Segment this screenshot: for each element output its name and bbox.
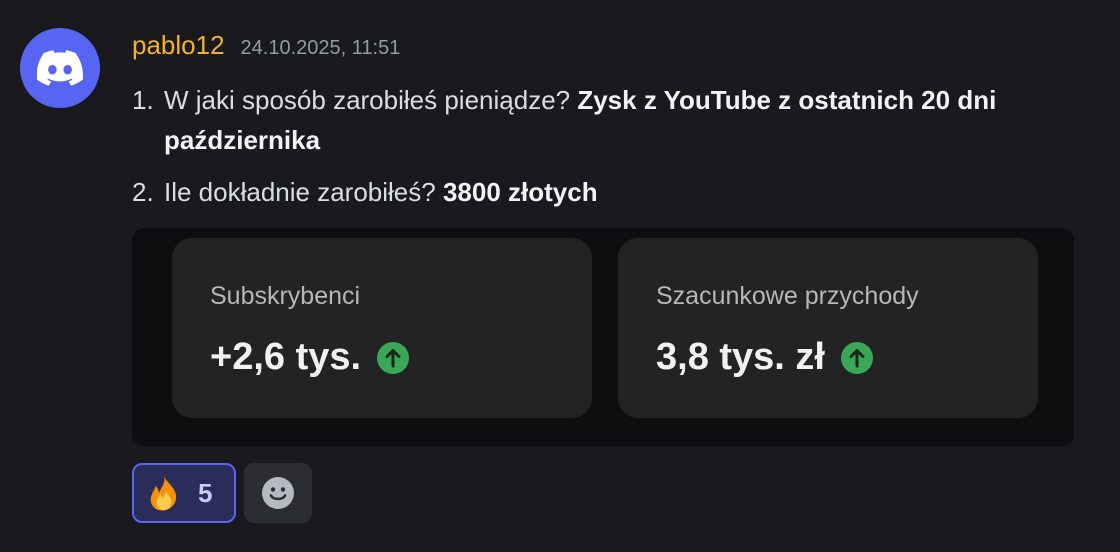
list-item: 2. Ile dokładnie zarobiłeś? 3800 złotych [132,172,1072,212]
question-text: Ile dokładnie zarobiłeś? [164,177,443,207]
reaction-count: 5 [198,477,213,508]
fire-emoji-icon [150,475,177,511]
stat-value: 3,8 tys. zł [656,336,825,378]
stat-value-row: +2,6 tys. [210,336,410,379]
chat-message: pablo12 24.10.2025, 11:51 1. W jaki spos… [0,0,1120,552]
stat-value-row: 3,8 tys. zł [656,336,873,379]
list-number: 2. [132,177,154,207]
avatar[interactable] [20,28,100,108]
answer-text: 3800 złotych [442,177,598,207]
stat-label: Szacunkowe przychody [656,282,919,310]
timestamp[interactable]: 24.10.2025, 11:51 [241,37,401,60]
arrow-up-icon [840,341,873,374]
list-item: 1. W jaki sposób zarobiłeś pieniądze? Zy… [132,80,1072,160]
image-attachment[interactable]: Subskrybenci +2,6 tys. Szacunkowe przych… [132,228,1074,446]
reaction-fire[interactable]: 5 [132,463,236,523]
discord-logo-icon [37,50,83,86]
stat-label: Subskrybenci [210,282,361,310]
stat-value: +2,6 tys. [210,336,362,378]
reactions-bar: 5 [132,463,312,523]
add-reaction-button[interactable] [244,463,312,523]
stat-card-subscribers: Subskrybenci +2,6 tys. [172,238,592,418]
question-text: W jaki sposób zarobiłeś pieniądze? [164,85,578,115]
message-content: 1. W jaki sposób zarobiłeś pieniądze? Zy… [132,80,1072,212]
stat-card-revenue: Szacunkowe przychody 3,8 tys. zł [618,238,1038,418]
username[interactable]: pablo12 [132,30,225,61]
message-header: pablo12 24.10.2025, 11:51 [132,30,400,61]
arrow-up-icon [377,341,410,374]
numbered-list: 1. W jaki sposób zarobiłeś pieniądze? Zy… [132,80,1072,212]
add-reaction-smiley-icon [262,477,294,509]
list-number: 1. [132,85,154,115]
